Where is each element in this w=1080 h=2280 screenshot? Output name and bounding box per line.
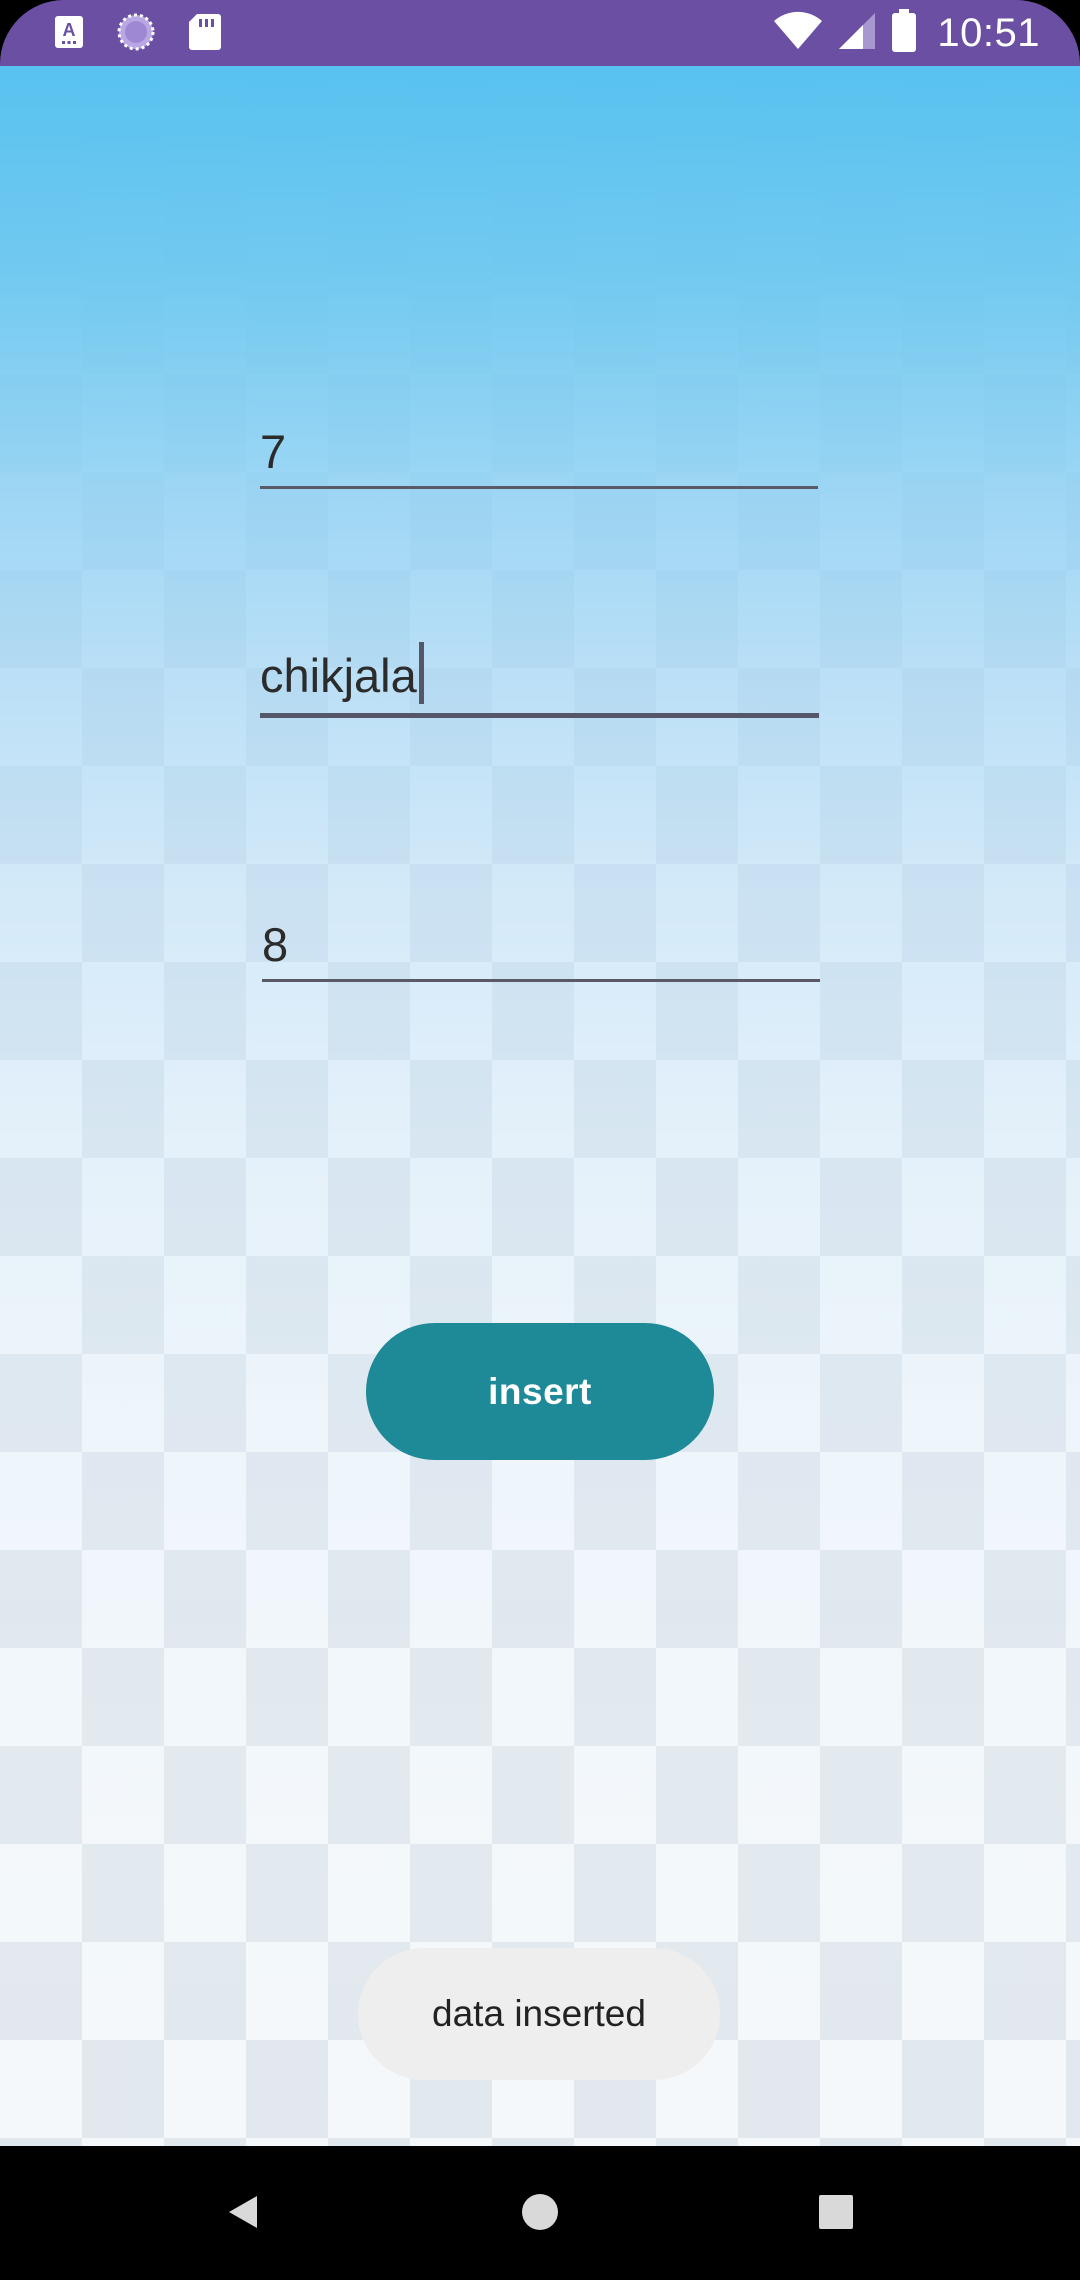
number-field-underline [262,979,820,982]
recents-icon[interactable] [804,2180,868,2244]
system-status-icons: 10:51 [773,8,1040,58]
navigation-bar [0,2146,1080,2280]
sync-circle-icon [116,12,156,57]
svg-text:A: A [63,20,76,40]
sd-card-icon [188,13,222,56]
insert-button[interactable]: insert [366,1323,714,1460]
number-field[interactable]: 8 [262,902,820,982]
battery-icon [891,8,917,58]
id-field[interactable]: 7 [260,409,818,489]
device-screen: A 10:51 7 chikjala 8 insert data inserte… [0,0,1080,2280]
home-icon[interactable] [508,2180,572,2244]
toast-text: data inserted [432,1993,646,2034]
name-field-underline [260,713,819,718]
name-field-value-wrap: chikjala [260,642,424,704]
number-field-value: 8 [262,918,289,971]
id-field-value: 7 [260,425,287,478]
id-field-underline [260,486,818,489]
keyboard-a-icon: A [54,15,84,54]
wifi-icon [773,11,823,56]
name-field-value: chikjala [260,649,417,702]
cell-signal-icon [837,11,877,56]
back-icon[interactable] [211,2180,275,2244]
status-time: 10:51 [937,10,1040,55]
status-bar: A 10:51 [0,0,1080,66]
app-content: 7 chikjala 8 insert data inserted [0,66,1080,2146]
notification-icons: A [54,12,222,57]
toast-message: data inserted [358,1948,720,2080]
name-field[interactable]: chikjala [260,638,819,718]
text-cursor [418,642,424,704]
